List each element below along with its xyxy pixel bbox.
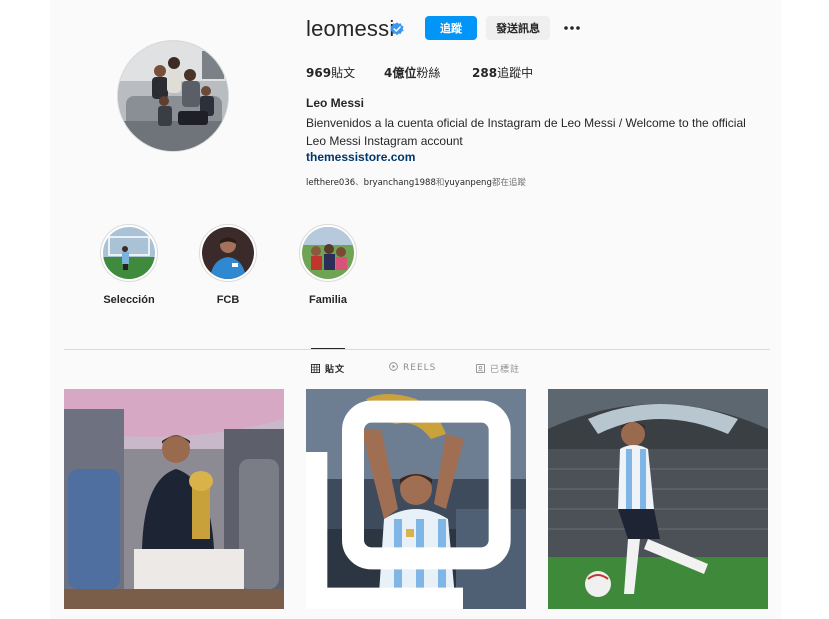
followed-by-suffix: 都在追蹤 — [491, 178, 526, 188]
highlight-ring — [100, 224, 158, 282]
family-photo — [118, 41, 228, 151]
followers-count[interactable]: 4億位粉絲 — [384, 64, 440, 81]
followed-by[interactable]: lefthere036、bryanchang1988和yuyanpeng都在追蹤 — [306, 176, 526, 188]
username: leomessi — [306, 16, 395, 41]
follow-button[interactable]: 追蹤 — [425, 16, 477, 40]
highlight-cover — [202, 227, 254, 279]
reels-icon — [389, 362, 398, 371]
following-number: 288 — [472, 66, 498, 80]
post-image-plane — [64, 389, 284, 609]
tab-posts[interactable]: 貼文 — [311, 362, 345, 375]
post-thumbnail[interactable] — [64, 389, 284, 609]
verified-badge-icon — [390, 22, 404, 36]
highlight-fcb[interactable]: FCB — [197, 224, 259, 306]
tab-tagged-label: 已標註 — [490, 365, 521, 375]
multiple-photos-icon — [306, 400, 511, 609]
posts-label: 貼文 — [331, 66, 356, 80]
highlight-label: Selección — [103, 294, 155, 306]
tab-posts-label: 貼文 — [325, 365, 346, 375]
tab-reels[interactable]: REELS — [389, 362, 436, 373]
post-thumbnail[interactable] — [306, 389, 526, 609]
bio-text: Bienvenidos a la cuenta oficial de Insta… — [306, 116, 746, 148]
highlight-cover — [302, 227, 354, 279]
highlight-ring — [299, 224, 357, 282]
followers-label: 粉絲 — [416, 66, 441, 80]
bio-link[interactable]: themessistore.com — [306, 150, 415, 164]
follower-user-3[interactable]: yuyanpeng — [444, 178, 491, 188]
tab-tagged[interactable]: 已標註 — [476, 362, 520, 375]
message-button[interactable]: 發送訊息 — [486, 16, 550, 40]
following-label: 追蹤中 — [497, 66, 534, 80]
post-thumbnail[interactable] — [548, 389, 768, 609]
separator: 、 — [355, 178, 364, 188]
following-count[interactable]: 288追蹤中 — [472, 64, 533, 81]
tabs-divider — [64, 349, 770, 350]
follower-user-1[interactable]: lefthere036 — [306, 178, 355, 188]
highlight-label: FCB — [216, 294, 240, 306]
highlight-seleccion[interactable]: Selección — [98, 224, 160, 306]
highlight-label: Familia — [309, 294, 347, 306]
highlight-ring — [199, 224, 257, 282]
tab-reels-label: REELS — [403, 363, 437, 373]
highlight-cover — [103, 227, 155, 279]
more-options-icon[interactable] — [562, 18, 582, 38]
follower-user-2[interactable]: bryanchang1988 — [364, 178, 436, 188]
profile-avatar[interactable] — [118, 41, 228, 151]
followers-number: 4億位 — [384, 66, 417, 80]
posts-number: 969 — [306, 66, 332, 80]
posts-count: 969貼文 — [306, 64, 355, 81]
full-name: Leo Messi — [306, 96, 365, 110]
highlight-familia[interactable]: Familia — [297, 224, 359, 306]
grid-icon — [311, 364, 320, 373]
tagged-icon — [476, 364, 485, 373]
post-image-stadium — [548, 389, 768, 609]
active-tab-indicator — [311, 348, 345, 349]
